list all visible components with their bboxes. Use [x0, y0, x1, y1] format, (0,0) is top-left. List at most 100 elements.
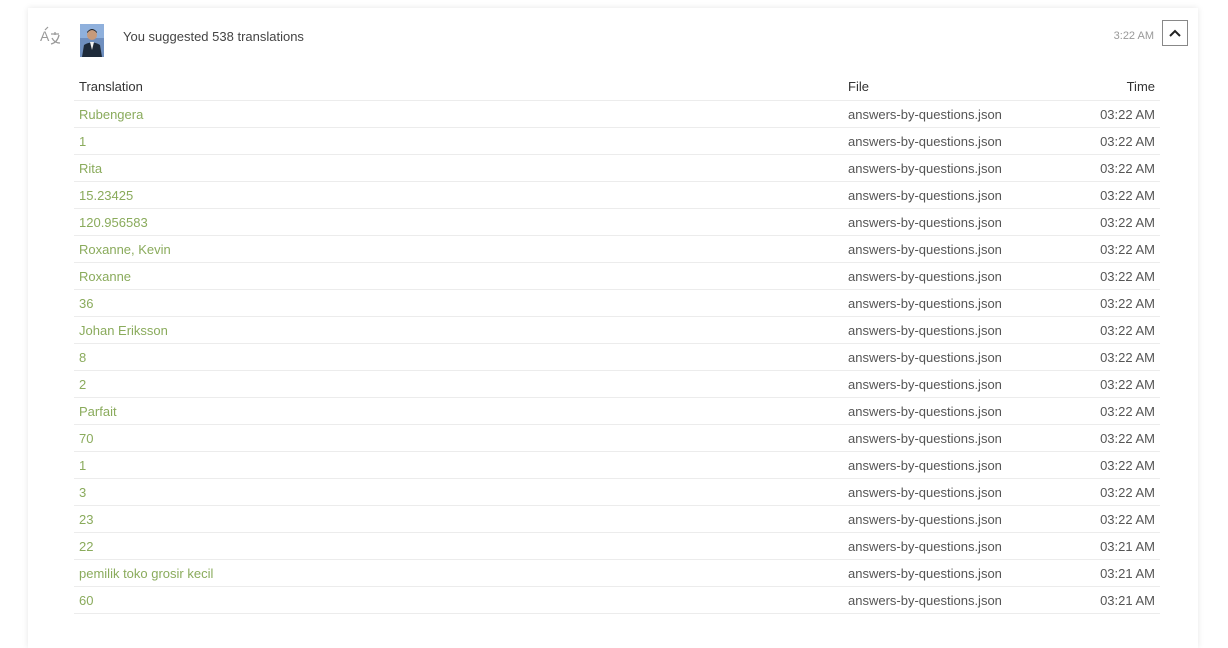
time-cell: 03:22 AM	[1052, 289, 1160, 317]
table-row: 8 answers-by-questions.json 03:22 AM	[74, 343, 1160, 371]
translation-link[interactable]: Rubengera	[79, 107, 143, 122]
translation-cell: Roxanne, Kevin	[74, 235, 843, 263]
translation-cell: pemilik toko grosir kecil	[74, 559, 843, 587]
table-row: Rita answers-by-questions.json 03:22 AM	[74, 154, 1160, 182]
translation-link[interactable]: Roxanne	[79, 269, 131, 284]
translation-cell: Rubengera	[74, 100, 843, 128]
translation-cell: Roxanne	[74, 262, 843, 290]
time-cell: 03:22 AM	[1052, 154, 1160, 182]
translation-link[interactable]: 8	[79, 350, 86, 365]
file-cell: answers-by-questions.json	[843, 343, 1052, 371]
translation-link[interactable]: 15.23425	[79, 188, 133, 203]
time-cell: 03:22 AM	[1052, 505, 1160, 533]
file-cell: answers-by-questions.json	[843, 262, 1052, 290]
time-cell: 03:22 AM	[1052, 343, 1160, 371]
translate-icon: A	[40, 26, 62, 48]
user-avatar[interactable]	[80, 24, 104, 57]
collapse-button[interactable]	[1162, 20, 1188, 46]
table-row: 2 answers-by-questions.json 03:22 AM	[74, 370, 1160, 398]
time-cell: 03:21 AM	[1052, 586, 1160, 614]
translation-cell: 70	[74, 424, 843, 452]
translation-link[interactable]: pemilik toko grosir kecil	[79, 566, 213, 581]
translation-cell: 15.23425	[74, 181, 843, 209]
table-row: Parfait answers-by-questions.json 03:22 AM	[74, 397, 1160, 425]
file-cell: answers-by-questions.json	[843, 208, 1052, 236]
file-cell: answers-by-questions.json	[843, 127, 1052, 155]
translation-column-header: Translation	[74, 73, 843, 101]
translation-cell: 1	[74, 127, 843, 155]
time-cell: 03:22 AM	[1052, 181, 1160, 209]
table-row: 70 answers-by-questions.json 03:22 AM	[74, 424, 1160, 452]
table-header-row: Translation File Time	[74, 73, 1160, 101]
table-row: 1 answers-by-questions.json 03:22 AM	[74, 451, 1160, 479]
translation-cell: 3	[74, 478, 843, 506]
translation-link[interactable]: Parfait	[79, 404, 117, 419]
time-cell: 03:22 AM	[1052, 316, 1160, 344]
translation-link[interactable]: 60	[79, 593, 93, 608]
translation-link[interactable]: 23	[79, 512, 93, 527]
table-row: Rubengera answers-by-questions.json 03:22 …	[74, 100, 1160, 128]
time-cell: 03:22 AM	[1052, 208, 1160, 236]
file-cell: answers-by-questions.json	[843, 370, 1052, 398]
table-row: Johan Eriksson answers-by-questions.json 0…	[74, 316, 1160, 344]
translation-cell: 1	[74, 451, 843, 479]
translation-link[interactable]: 70	[79, 431, 93, 446]
table-row: 36 answers-by-questions.json 03:22 AM	[74, 289, 1160, 317]
chevron-up-icon	[1169, 29, 1181, 37]
file-cell: answers-by-questions.json	[843, 181, 1052, 209]
svg-text:A: A	[40, 28, 50, 44]
translation-link[interactable]: 36	[79, 296, 93, 311]
file-column-header: File	[843, 73, 1052, 101]
translation-cell: 2	[74, 370, 843, 398]
table-row: 1 answers-by-questions.json 03:22 AM	[74, 127, 1160, 155]
translation-link[interactable]: 1	[79, 458, 86, 473]
file-cell: answers-by-questions.json	[843, 397, 1052, 425]
time-cell: 03:22 AM	[1052, 235, 1160, 263]
table-row: 15.23425 answers-by-questions.json 03:22 A…	[74, 181, 1160, 209]
table-row: Roxanne, Kevin answers-by-questions.json 0…	[74, 235, 1160, 263]
file-cell: answers-by-questions.json	[843, 478, 1052, 506]
translation-link[interactable]: Roxanne, Kevin	[79, 242, 171, 257]
file-cell: answers-by-questions.json	[843, 586, 1052, 614]
time-cell: 03:21 AM	[1052, 532, 1160, 560]
translation-link[interactable]: Johan Eriksson	[79, 323, 168, 338]
time-cell: 03:22 AM	[1052, 127, 1160, 155]
table-row: Roxanne answers-by-questions.json 03:22 AM	[74, 262, 1160, 290]
file-cell: answers-by-questions.json	[843, 154, 1052, 182]
time-cell: 03:21 AM	[1052, 559, 1160, 587]
translation-cell: Parfait	[74, 397, 843, 425]
translation-cell: 23	[74, 505, 843, 533]
file-cell: answers-by-questions.json	[843, 100, 1052, 128]
translation-link[interactable]: 2	[79, 377, 86, 392]
time-cell: 03:22 AM	[1052, 397, 1160, 425]
file-cell: answers-by-questions.json	[843, 424, 1052, 452]
table-row: 3 answers-by-questions.json 03:22 AM	[74, 478, 1160, 506]
table-row: 22 answers-by-questions.json 03:21 AM	[74, 532, 1160, 560]
time-cell: 03:22 AM	[1052, 451, 1160, 479]
file-cell: answers-by-questions.json	[843, 451, 1052, 479]
translation-cell: 22	[74, 532, 843, 560]
table-body: Rubengera answers-by-questions.json 03:22 …	[74, 100, 1160, 614]
file-cell: answers-by-questions.json	[843, 532, 1052, 560]
file-cell: answers-by-questions.json	[843, 559, 1052, 587]
translation-link[interactable]: 1	[79, 134, 86, 149]
table-row: 120.956583 answers-by-questions.json 03:22…	[74, 208, 1160, 236]
translation-cell: 8	[74, 343, 843, 371]
table-row: 60 answers-by-questions.json 03:21 AM	[74, 586, 1160, 614]
file-cell: answers-by-questions.json	[843, 289, 1052, 317]
translation-cell: 120.956583	[74, 208, 843, 236]
time-cell: 03:22 AM	[1052, 100, 1160, 128]
time-cell: 03:22 AM	[1052, 370, 1160, 398]
table-row: pemilik toko grosir kecil answers-by-ques…	[74, 559, 1160, 587]
table-row: 23 answers-by-questions.json 03:22 AM	[74, 505, 1160, 533]
file-cell: answers-by-questions.json	[843, 316, 1052, 344]
translation-link[interactable]: Rita	[79, 161, 102, 176]
translation-cell: 60	[74, 586, 843, 614]
translations-table: Translation File Time Rubengera answers-b…	[74, 73, 1160, 614]
translation-link[interactable]: 120.956583	[79, 215, 148, 230]
file-cell: answers-by-questions.json	[843, 235, 1052, 263]
translation-link[interactable]: 22	[79, 539, 93, 554]
translation-cell: Rita	[74, 154, 843, 182]
translation-link[interactable]: 3	[79, 485, 86, 500]
file-cell: answers-by-questions.json	[843, 505, 1052, 533]
